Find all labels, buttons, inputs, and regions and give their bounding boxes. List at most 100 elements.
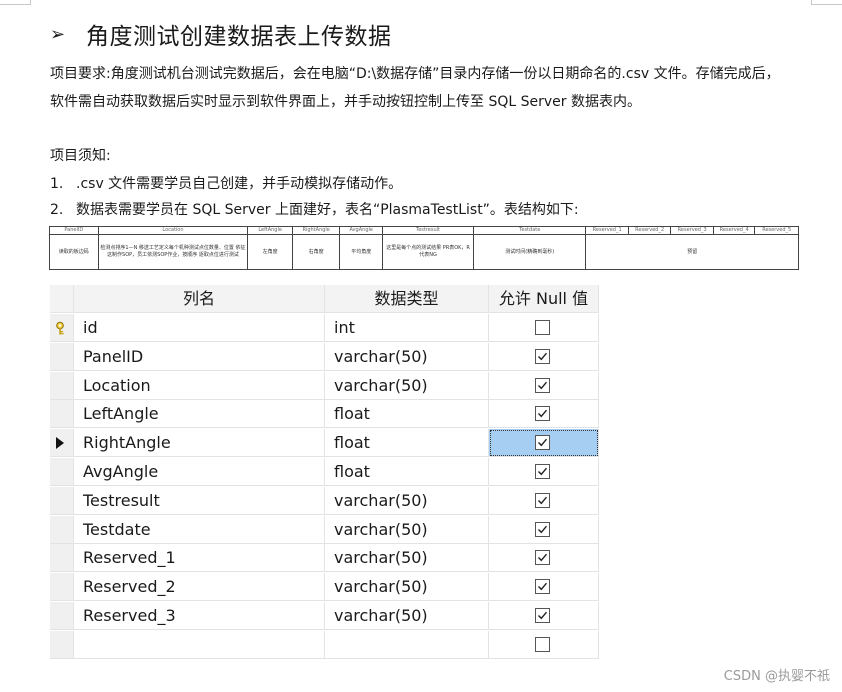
watermark: CSDN @执婴不祇 [723,669,830,684]
struct-header-cell: Testdate [473,226,587,235]
list-text: 数据表需要学员在 SQL Server 上面建好，表名“PlasmaTestLi… [76,202,579,218]
page-corner-right [811,0,842,5]
allow-null-checkbox[interactable] [535,435,550,451]
row-selector[interactable] [50,342,74,371]
row-selector[interactable] [50,630,74,659]
data-type-cell[interactable]: float [325,429,489,458]
grid-header-row: 列名 数据类型 允许 Null 值 [50,285,599,314]
struct-header-cell: Reserved_2 [627,226,672,235]
allow-null-cell[interactable] [489,602,599,630]
row-selector[interactable] [50,314,74,342]
struct-header-cell: LeftAngle [247,226,293,235]
bullet-arrow-icon: ➢ [50,23,66,45]
struct-header-cell: Reserved_5 [754,226,799,235]
allow-null-checkbox[interactable] [535,521,550,537]
list-number: 2. [50,202,64,218]
column-name-cell[interactable]: Testresult [74,486,325,515]
data-type-cell[interactable]: float [325,458,489,486]
table-row[interactable]: Reserved_1 varchar(50) [50,544,599,573]
table-row[interactable] [50,630,599,660]
data-type-cell[interactable]: varchar(50) [325,486,489,515]
column-name-cell[interactable]: Reserved_2 [74,573,325,602]
struct-cell: 这里是每个点的测试结果 PR表OK，R代表NG [381,234,475,270]
allow-null-cell[interactable] [489,630,599,659]
allow-null-checkbox[interactable] [535,550,550,566]
data-type-cell[interactable]: varchar(50) [325,602,489,630]
allow-null-cell[interactable] [489,400,599,429]
table-row[interactable]: LeftAngle float [50,400,599,429]
table-row[interactable]: Reserved_2 varchar(50) [50,573,599,602]
allow-null-cell[interactable] [489,429,599,458]
row-selector[interactable] [50,486,74,515]
allow-null-cell[interactable] [489,515,599,544]
column-header-nullable[interactable]: 允许 Null 值 [489,285,599,313]
list-item: 1. .csv 文件需要学员自己创建，并手动模拟存储动作。 [50,170,790,198]
section-heading: ➢ 角度测试创建数据表上传数据 [50,18,392,51]
table-row[interactable]: Location varchar(50) [50,371,599,401]
column-name-cell[interactable]: Testdate [74,515,325,544]
row-selector[interactable] [50,544,74,573]
struct-cell: 测试时间(精确到毫秒) [473,234,587,270]
struct-cell: 预留 [585,234,799,270]
column-name-cell[interactable]: id [74,314,325,342]
data-type-cell[interactable]: varchar(50) [325,342,489,371]
column-header-name[interactable]: 列名 [74,285,325,313]
struct-header-cell: Reserved_1 [585,226,629,235]
row-selector[interactable] [50,400,74,429]
table-row[interactable]: Reserved_3 varchar(50) [50,602,599,631]
row-selector[interactable] [50,458,74,486]
struct-header-cell: Testresult [381,226,475,235]
table-structure-image: PanelID Location LeftAngle RightAngle AvgAng… [49,226,799,270]
allow-null-checkbox[interactable] [535,579,550,595]
data-type-cell[interactable]: int [325,314,489,342]
row-selector[interactable] [50,429,74,458]
data-type-cell[interactable]: varchar(50) [325,371,489,400]
allow-null-cell[interactable] [489,458,599,486]
column-name-cell[interactable]: LeftAngle [74,400,325,429]
list-number: 1. [50,176,64,192]
row-selector[interactable] [50,515,74,544]
column-header-type[interactable]: 数据类型 [325,285,489,313]
allow-null-checkbox[interactable] [535,464,550,479]
table-row[interactable]: PanelID varchar(50) [50,342,599,372]
table-row[interactable]: RightAngle float [50,429,599,458]
column-name-cell[interactable]: PanelID [74,342,325,371]
allow-null-checkbox[interactable] [535,377,550,393]
allow-null-cell[interactable] [489,486,599,515]
table-row[interactable]: Testdate varchar(50) [50,515,599,545]
struct-cell: 读取的板边码 [49,234,99,270]
column-name-cell[interactable]: Reserved_1 [74,544,325,573]
data-type-cell[interactable]: float [325,400,489,429]
table-row[interactable]: AvgAngle float [50,458,599,487]
allow-null-cell[interactable] [489,573,599,602]
data-type-cell[interactable]: varchar(50) [325,573,489,602]
data-type-cell[interactable]: varchar(50) [325,515,489,544]
allow-null-checkbox[interactable] [535,636,550,652]
struct-header-cell: Reserved_3 [670,226,714,235]
row-selector[interactable] [50,602,74,630]
notes-title: 项目须知: [50,148,111,164]
data-type-cell[interactable]: varchar(50) [325,544,489,573]
allow-null-cell[interactable] [489,342,599,371]
allow-null-cell[interactable] [489,314,599,342]
table-design-grid: 列名 数据类型 允许 Null 值 id int PanelID varchar(50… [50,285,599,660]
requirement-paragraph: 项目要求:角度测试机台测试完数据后，会在电脑“D:\数据存储”目录内存储一份以日… [50,66,780,110]
column-name-cell[interactable]: Reserved_3 [74,602,325,630]
column-name-cell[interactable] [74,630,325,659]
allow-null-cell[interactable] [489,544,599,573]
allow-null-checkbox[interactable] [535,348,550,364]
struct-cell: 右角度 [291,234,341,270]
allow-null-checkbox[interactable] [535,320,550,335]
column-name-cell[interactable]: AvgAngle [74,458,325,486]
allow-null-cell[interactable] [489,371,599,400]
column-name-cell[interactable]: Location [74,371,325,400]
row-selector[interactable] [50,371,74,400]
data-type-cell[interactable] [325,630,489,659]
allow-null-checkbox[interactable] [535,608,550,623]
row-selector[interactable] [50,573,74,602]
allow-null-checkbox[interactable] [535,406,550,422]
column-name-cell[interactable]: RightAngle [74,429,325,458]
table-row[interactable]: id int [50,314,599,343]
table-row[interactable]: Testresult varchar(50) [50,486,599,516]
allow-null-checkbox[interactable] [535,492,550,508]
